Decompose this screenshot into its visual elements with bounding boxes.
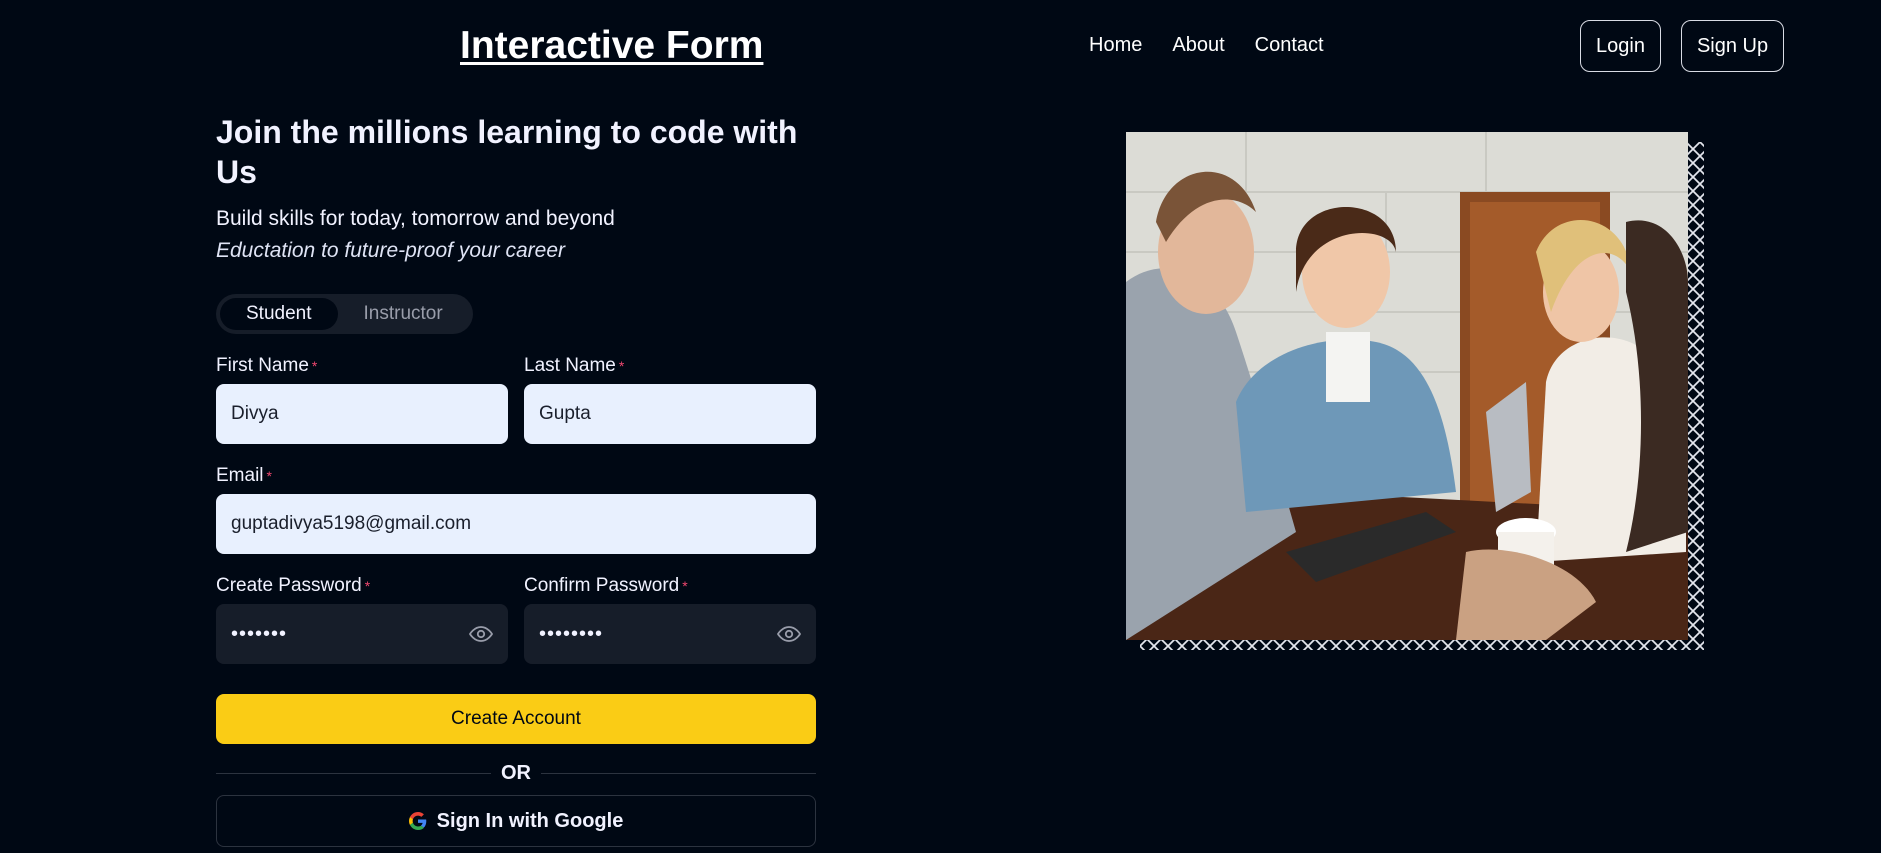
hero-image-frame <box>1126 132 1704 650</box>
tab-instructor[interactable]: Instructor <box>338 298 469 330</box>
tab-student[interactable]: Student <box>220 298 338 330</box>
confirm-password-wrapper <box>524 604 816 664</box>
google-g-icon <box>408 812 426 830</box>
required-mark: * <box>364 578 371 594</box>
required-mark: * <box>266 468 272 484</box>
signup-form: Join the millions learning to code with … <box>216 112 816 847</box>
last-name-label: Last Name * <box>524 355 625 376</box>
eye-icon[interactable] <box>776 622 802 646</box>
confirm-password-input[interactable] <box>524 604 816 664</box>
last-name-field: Last Name * <box>524 354 816 444</box>
account-type-toggle: Student Instructor <box>216 294 473 334</box>
email-field: Email * <box>216 464 816 554</box>
main-nav: Home About Contact <box>1089 34 1324 57</box>
form-tagline: Eductation to future-proof your career <box>216 239 566 262</box>
form-heading: Join the millions learning to code with … <box>216 114 798 190</box>
required-mark: * <box>682 578 688 594</box>
last-name-input[interactable] <box>524 384 816 444</box>
google-signin-button[interactable]: Sign In with Google <box>216 795 816 847</box>
or-divider: OR <box>216 762 816 785</box>
first-name-label: First Name * <box>216 355 318 376</box>
form-subtitle: Build skills for today, tomorrow and bey… <box>216 207 615 230</box>
first-name-field: First Name * <box>216 354 508 444</box>
required-mark: * <box>311 358 318 374</box>
brand-title[interactable]: Interactive Form <box>460 24 763 68</box>
first-name-input[interactable] <box>216 384 508 444</box>
required-mark: * <box>618 358 625 374</box>
nav-home[interactable]: Home <box>1089 34 1142 57</box>
create-password-input[interactable] <box>216 604 508 664</box>
nav-about[interactable]: About <box>1172 34 1224 57</box>
email-input[interactable] <box>216 494 816 554</box>
auth-buttons: Login Sign Up <box>1580 20 1785 72</box>
login-button[interactable]: Login <box>1580 20 1661 72</box>
create-password-field: Create Password * <box>216 574 508 664</box>
students-photo-illustration <box>1126 132 1688 640</box>
email-label: Email * <box>216 465 272 486</box>
create-password-wrapper <box>216 604 508 664</box>
create-account-button[interactable]: Create Account <box>216 694 816 744</box>
confirm-password-field: Confirm Password * <box>524 574 816 664</box>
google-signin-label: Sign In with Google <box>436 809 624 832</box>
eye-icon[interactable] <box>468 622 494 646</box>
students-photo <box>1126 132 1688 640</box>
signup-page: Interactive Form Home About Contact Logi… <box>0 0 1881 853</box>
confirm-password-label: Confirm Password * <box>524 575 688 596</box>
signup-button[interactable]: Sign Up <box>1680 20 1785 72</box>
nav-contact[interactable]: Contact <box>1255 34 1324 57</box>
password-row: Create Password* Confirm Password* <box>216 574 816 664</box>
divider-line <box>216 773 491 774</box>
create-password-label: Create Password * <box>216 575 371 596</box>
divider-line <box>541 773 816 774</box>
name-row: First Name* Last Name* <box>216 354 816 444</box>
or-label: OR <box>501 762 531 784</box>
